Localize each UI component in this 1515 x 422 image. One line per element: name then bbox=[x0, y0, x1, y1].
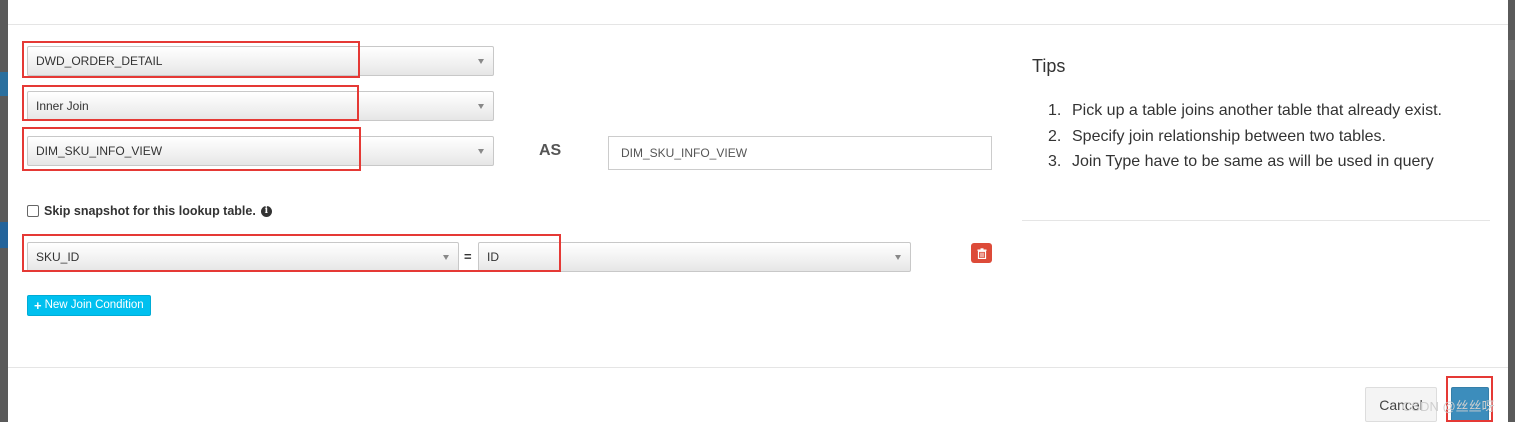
condition-right-column-value: ID bbox=[487, 250, 499, 264]
chevron-down-icon bbox=[478, 104, 484, 109]
alias-input[interactable] bbox=[608, 136, 992, 170]
chevron-down-icon bbox=[443, 255, 449, 260]
tips-item: 2. Specify join relationship between two… bbox=[1048, 124, 1498, 150]
background-page-fragment bbox=[0, 222, 8, 248]
condition-left-column-select[interactable]: SKU_ID bbox=[27, 242, 459, 272]
tips-title: Tips bbox=[1032, 56, 1066, 76]
tips-item-text: Join Type have to be same as will be use… bbox=[1072, 153, 1434, 170]
condition-left-column-value: SKU_ID bbox=[36, 250, 80, 264]
tips-item-number: 2. bbox=[1048, 127, 1062, 145]
modal-footer-divider bbox=[8, 367, 1508, 368]
tips-item: 3. Join Type have to be same as will be … bbox=[1048, 149, 1498, 175]
as-label: AS bbox=[539, 142, 562, 159]
left-table-value: DWD_ORDER_DETAIL bbox=[36, 54, 163, 68]
tips-divider bbox=[1022, 220, 1490, 221]
tips-item-number: 1. bbox=[1048, 102, 1062, 119]
tips-item: 1. Pick up a table joins another table t… bbox=[1048, 98, 1498, 124]
chevron-down-icon bbox=[895, 255, 901, 260]
trash-icon bbox=[977, 247, 986, 259]
tips-item-text: Pick up a table joins another table that… bbox=[1072, 102, 1442, 119]
new-join-condition-button[interactable]: + New Join Condition bbox=[27, 295, 151, 316]
lookup-table-select[interactable]: DIM_SKU_INFO_VIEW bbox=[27, 136, 494, 166]
join-type-select[interactable]: Inner Join bbox=[27, 91, 494, 121]
tips-list: 1. Pick up a table joins another table t… bbox=[1048, 98, 1498, 175]
condition-operator: = bbox=[464, 249, 472, 264]
chevron-down-icon bbox=[478, 59, 484, 64]
background-page-fragment bbox=[0, 72, 8, 96]
watermark: CSDN @丝丝呀 bbox=[1402, 399, 1495, 414]
plus-icon: + bbox=[34, 298, 42, 313]
condition-right-column-select[interactable]: ID bbox=[478, 242, 911, 272]
skip-snapshot-checkbox[interactable] bbox=[27, 205, 39, 217]
lookup-table-value: DIM_SKU_INFO_VIEW bbox=[36, 144, 163, 158]
left-table-select[interactable]: DWD_ORDER_DETAIL bbox=[27, 46, 494, 76]
background-page-fragment bbox=[1508, 40, 1515, 80]
chevron-down-icon bbox=[478, 149, 484, 154]
join-type-value: Inner Join bbox=[36, 99, 89, 113]
info-icon[interactable]: i bbox=[260, 205, 272, 217]
new-join-condition-label: New Join Condition bbox=[44, 299, 144, 311]
modal-backdrop-left bbox=[0, 0, 8, 422]
tips-item-number: 3. bbox=[1048, 153, 1062, 170]
modal-header-divider bbox=[8, 24, 1508, 25]
delete-condition-button[interactable] bbox=[971, 243, 992, 263]
tips-item-text: Specify join relationship between two ta… bbox=[1072, 127, 1386, 145]
skip-snapshot-label: Skip snapshot for this lookup table. bbox=[44, 204, 256, 218]
skip-snapshot-row: Skip snapshot for this lookup table. i bbox=[27, 204, 272, 218]
